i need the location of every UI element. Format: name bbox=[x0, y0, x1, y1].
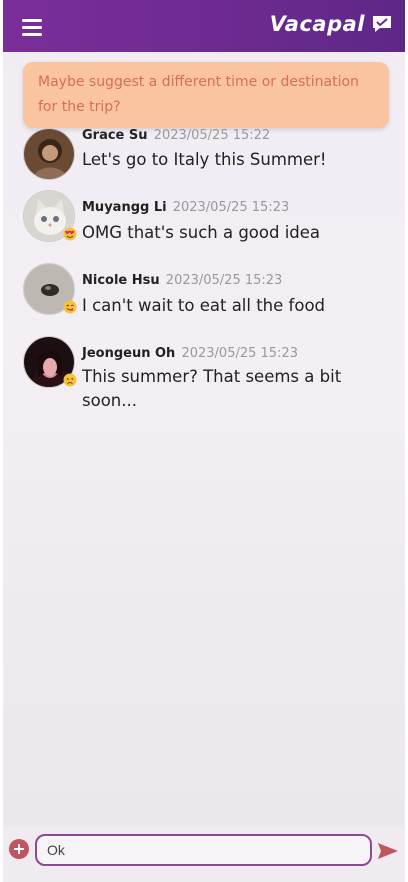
message-timestamp: 2023/05/25 15:23 bbox=[165, 273, 283, 288]
avatar bbox=[23, 128, 75, 180]
sender-name: Nicole Hsu bbox=[82, 273, 160, 288]
sender-name: Muyangg Li bbox=[82, 200, 167, 215]
suggestion-banner: Maybe suggest a different time or destin… bbox=[23, 62, 389, 128]
app-header: Vacapal bbox=[3, 0, 405, 52]
yum-emoji-icon bbox=[63, 300, 77, 314]
message-timestamp: 2023/05/25 15:22 bbox=[153, 128, 271, 143]
message-meta: Jeongeun Oh 2023/05/25 15:23 bbox=[82, 346, 298, 361]
message-timestamp: 2023/05/25 15:23 bbox=[172, 200, 290, 215]
message-meta: Muyangg Li 2023/05/25 15:23 bbox=[82, 200, 289, 215]
chat-bubble-icon bbox=[373, 16, 391, 32]
message-input[interactable] bbox=[35, 834, 372, 866]
sender-name: Jeongeun Oh bbox=[82, 346, 176, 361]
brand: Vacapal bbox=[270, 12, 393, 36]
send-button[interactable] bbox=[377, 841, 399, 861]
message-text: OMG that's such a good idea bbox=[82, 223, 321, 242]
app-frame: Vacapal Maybe suggest a different time o… bbox=[3, 0, 405, 882]
message-timestamp: 2023/05/25 15:23 bbox=[181, 346, 298, 361]
sender-name: Grace Su bbox=[82, 128, 148, 143]
composer-bar bbox=[3, 827, 405, 882]
plus-icon bbox=[14, 844, 24, 854]
hamburger-menu-icon[interactable] bbox=[22, 19, 42, 36]
message-text: I can't wait to eat all the food bbox=[82, 296, 326, 315]
app-title: Vacapal bbox=[269, 12, 365, 36]
worried-emoji-icon bbox=[63, 373, 77, 387]
message-meta: Grace Su 2023/05/25 15:22 bbox=[82, 128, 270, 143]
add-attachment-button[interactable] bbox=[9, 839, 29, 859]
message-text: This summer? That seems a bit soon... bbox=[82, 367, 342, 410]
heart-eyes-emoji-icon bbox=[63, 227, 77, 241]
message-text: Let's go to Italy this Summer! bbox=[82, 150, 327, 169]
message-meta: Nicole Hsu 2023/05/25 15:23 bbox=[82, 273, 282, 288]
